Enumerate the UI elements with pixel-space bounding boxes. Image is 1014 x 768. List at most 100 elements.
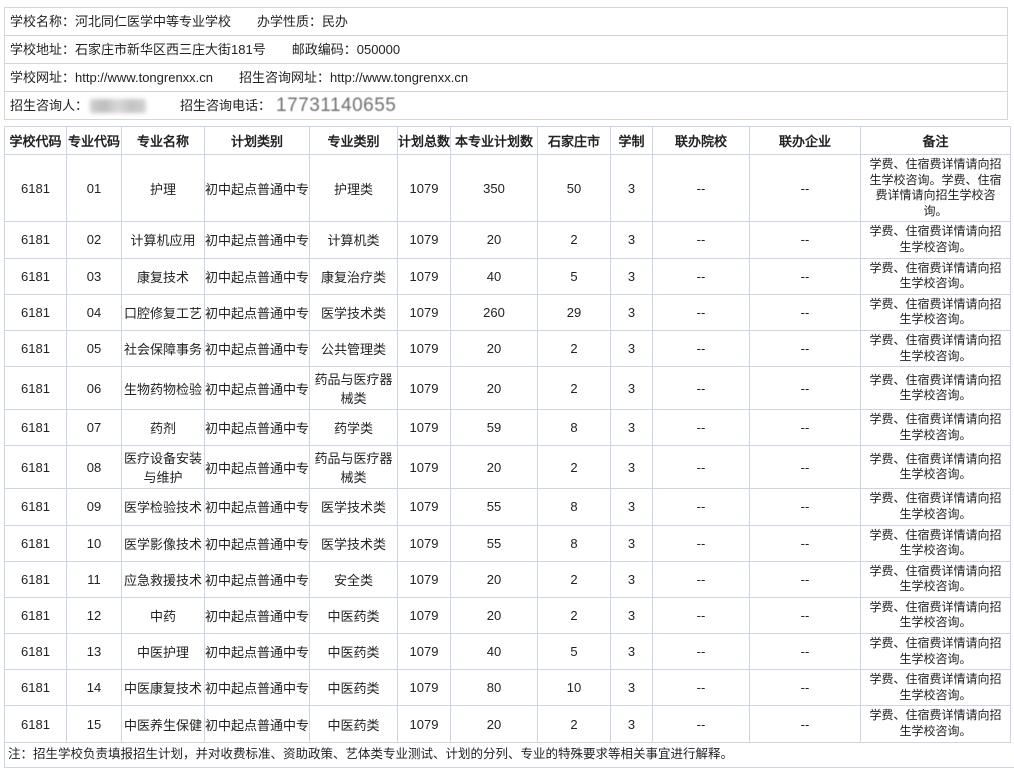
cell-partner-company: -- xyxy=(750,410,861,446)
address-label: 学校地址： xyxy=(10,36,75,63)
cell-plan-total: 1079 xyxy=(398,597,451,633)
table-row: 618112中药初中起点普通中专中医药类10792023----学费、住宿费详情… xyxy=(5,597,1011,633)
cell-partner-company: -- xyxy=(750,294,861,330)
cell-major-plan: 20 xyxy=(451,222,538,258)
cell-remark: 学费、住宿费详情请向招生学校咨询。 xyxy=(861,410,1011,446)
cell-major-category: 计算机类 xyxy=(310,222,398,258)
cell-plan-category: 初中起点普通中专 xyxy=(205,634,310,670)
cell-remark: 学费、住宿费详情请向招生学校咨询。 xyxy=(861,258,1011,294)
cell-major-code: 10 xyxy=(67,525,122,561)
cell-plan-category: 初中起点普通中专 xyxy=(205,525,310,561)
cell-major-name: 生物药物检验 xyxy=(122,367,205,410)
cell-plan-total: 1079 xyxy=(398,525,451,561)
cell-major-name: 中医养生保健 xyxy=(122,706,205,742)
cell-shijiazhuang: 8 xyxy=(538,410,611,446)
cell-partner-company: -- xyxy=(750,155,861,222)
cell-major-category: 医学技术类 xyxy=(310,525,398,561)
cell-major-category: 药学类 xyxy=(310,410,398,446)
cell-years: 3 xyxy=(611,561,653,597)
cell-plan-category: 初中起点普通中专 xyxy=(205,258,310,294)
cell-plan-category: 初中起点普通中专 xyxy=(205,561,310,597)
table-row: 618103康复技术初中起点普通中专康复治疗类10794053----学费、住宿… xyxy=(5,258,1011,294)
cell-major-plan: 59 xyxy=(451,410,538,446)
cell-partner-college: -- xyxy=(653,155,750,222)
cell-partner-college: -- xyxy=(653,222,750,258)
cell-shijiazhuang: 8 xyxy=(538,489,611,525)
cell-partner-college: -- xyxy=(653,330,750,366)
cell-years: 3 xyxy=(611,222,653,258)
col-header-partner-college: 联办院校 xyxy=(653,127,750,155)
cell-school-code: 6181 xyxy=(5,330,67,366)
cell-major-category: 药品与医疗器械类 xyxy=(310,367,398,410)
cell-school-code: 6181 xyxy=(5,258,67,294)
cell-major-name: 口腔修复工艺 xyxy=(122,294,205,330)
cell-plan-total: 1079 xyxy=(398,330,451,366)
phone-value: 17731140655 xyxy=(276,92,396,119)
cell-major-name: 药剂 xyxy=(122,410,205,446)
cell-major-plan: 20 xyxy=(451,446,538,489)
cell-remark: 学费、住宿费详情请向招生学校咨询。 xyxy=(861,489,1011,525)
cell-partner-company: -- xyxy=(750,489,861,525)
cell-major-code: 11 xyxy=(67,561,122,597)
cell-plan-total: 1079 xyxy=(398,222,451,258)
cell-school-code: 6181 xyxy=(5,489,67,525)
cell-major-category: 中医药类 xyxy=(310,670,398,706)
table-body: 618101护理初中起点普通中专护理类1079350503----学费、住宿费详… xyxy=(5,155,1011,743)
cell-partner-college: -- xyxy=(653,294,750,330)
table-row: 618105社会保障事务初中起点普通中专公共管理类10792023----学费、… xyxy=(5,330,1011,366)
cell-years: 3 xyxy=(611,634,653,670)
cell-plan-total: 1079 xyxy=(398,706,451,742)
info-row-contact: 招生咨询人： 招生咨询电话：17731140655 xyxy=(4,91,1008,120)
table-row: 618106生物药物检验初中起点普通中专药品与医疗器械类10792023----… xyxy=(5,367,1011,410)
col-header-plan-category: 计划类别 xyxy=(205,127,310,155)
cell-years: 3 xyxy=(611,525,653,561)
cell-partner-company: -- xyxy=(750,670,861,706)
cell-partner-college: -- xyxy=(653,258,750,294)
cell-major-code: 14 xyxy=(67,670,122,706)
cell-school-code: 6181 xyxy=(5,597,67,633)
cell-remark: 学费、住宿费详情请向招生学校咨询。 xyxy=(861,367,1011,410)
cell-partner-company: -- xyxy=(750,330,861,366)
cell-major-code: 13 xyxy=(67,634,122,670)
table-row: 618109医学检验技术初中起点普通中专医学技术类10795583----学费、… xyxy=(5,489,1011,525)
cell-plan-total: 1079 xyxy=(398,294,451,330)
postcode-value: 050000 xyxy=(357,36,400,63)
table-row: 618107药剂初中起点普通中专药学类10795983----学费、住宿费详情请… xyxy=(5,410,1011,446)
cell-plan-category: 初中起点普通中专 xyxy=(205,294,310,330)
table-row: 618104口腔修复工艺初中起点普通中专医学技术类1079260293----学… xyxy=(5,294,1011,330)
cell-years: 3 xyxy=(611,446,653,489)
enrollment-plan-table: 学校代码专业代码专业名称计划类别专业类别计划总数本专业计划数石家庄市学制联办院校… xyxy=(4,126,1011,743)
cell-partner-company: -- xyxy=(750,597,861,633)
school-name-label: 学校名称： xyxy=(10,8,75,35)
cell-major-plan: 350 xyxy=(451,155,538,222)
table-row: 618114中医康复技术初中起点普通中专中医药类107980103----学费、… xyxy=(5,670,1011,706)
cell-plan-total: 1079 xyxy=(398,258,451,294)
cell-major-category: 康复治疗类 xyxy=(310,258,398,294)
cell-major-name: 护理 xyxy=(122,155,205,222)
cell-plan-category: 初中起点普通中专 xyxy=(205,330,310,366)
cell-major-category: 中医药类 xyxy=(310,634,398,670)
cell-major-category: 医学技术类 xyxy=(310,489,398,525)
cell-major-plan: 20 xyxy=(451,330,538,366)
cell-remark: 学费、住宿费详情请向招生学校咨询。学费、住宿费详情请向招生学校咨询。 xyxy=(861,155,1011,222)
cell-major-name: 社会保障事务 xyxy=(122,330,205,366)
footer-note: 注：招生学校负责填报招生计划，并对收费标准、资助政策、艺体类专业测试、计划的分列… xyxy=(4,743,1014,768)
cell-shijiazhuang: 2 xyxy=(538,706,611,742)
cell-partner-company: -- xyxy=(750,561,861,597)
cell-years: 3 xyxy=(611,670,653,706)
cell-major-plan: 80 xyxy=(451,670,538,706)
cell-major-name: 中医护理 xyxy=(122,634,205,670)
cell-plan-total: 1079 xyxy=(398,410,451,446)
cell-major-code: 07 xyxy=(67,410,122,446)
cell-major-plan: 40 xyxy=(451,634,538,670)
cell-major-code: 08 xyxy=(67,446,122,489)
consult-site-label: 招生咨询网址： xyxy=(239,64,330,91)
table-row: 618101护理初中起点普通中专护理类1079350503----学费、住宿费详… xyxy=(5,155,1011,222)
cell-school-code: 6181 xyxy=(5,706,67,742)
cell-school-code: 6181 xyxy=(5,670,67,706)
cell-plan-total: 1079 xyxy=(398,489,451,525)
cell-plan-total: 1079 xyxy=(398,561,451,597)
cell-shijiazhuang: 2 xyxy=(538,367,611,410)
postcode-label: 邮政编码： xyxy=(292,36,357,63)
cell-major-category: 公共管理类 xyxy=(310,330,398,366)
